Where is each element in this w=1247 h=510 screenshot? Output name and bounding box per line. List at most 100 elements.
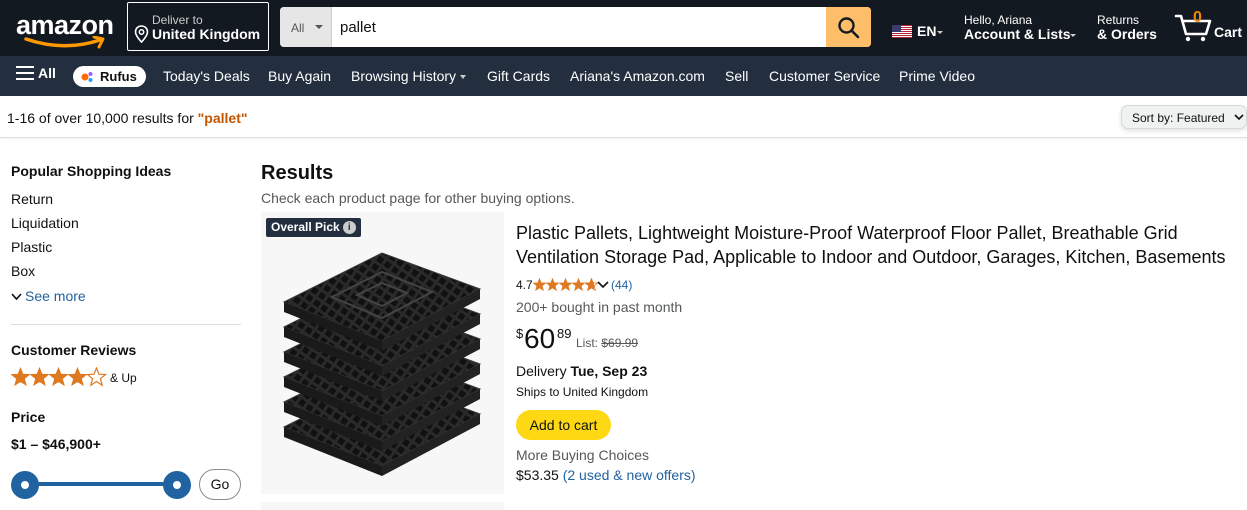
language-code: EN	[917, 23, 937, 39]
product-title-line: Ventilation Storage Pad, Applicable to I…	[516, 247, 1226, 267]
smile-arrow-icon	[24, 36, 105, 49]
sort-value: Featured	[1176, 111, 1225, 125]
chevron-down-icon	[1070, 34, 1076, 37]
sort-text: Sort by: Featured	[1132, 111, 1225, 125]
other-offers: $53.35 (2 used & new offers)	[516, 467, 696, 483]
idea-link[interactable]: Liquidation	[11, 215, 79, 231]
ideas-heading: Popular Shopping Ideas	[11, 163, 172, 179]
search-category-dropdown[interactable]: All	[280, 7, 332, 47]
search-button[interactable]	[826, 7, 871, 47]
results-keyword: "pallet"	[197, 110, 248, 126]
delivery-label: Delivery	[516, 363, 567, 379]
chevron-down-icon	[315, 25, 323, 29]
nav-prime-video[interactable]: Prime Video	[899, 68, 975, 84]
list-price: List: $69.99	[576, 336, 638, 350]
search-input[interactable]	[332, 7, 826, 47]
search-icon	[838, 17, 860, 39]
product-title[interactable]: Plastic Pallets, Lightweight Moisture-Pr…	[516, 221, 1246, 269]
cart-label: Cart	[1214, 24, 1243, 40]
rating-value: 4.7	[516, 278, 533, 292]
all-menu-button[interactable]: All	[16, 65, 56, 81]
account-greeting: Hello, Ariana	[964, 13, 1033, 27]
idea-link[interactable]: Plastic	[11, 239, 52, 255]
language-selector[interactable]: EN	[892, 22, 952, 42]
deliver-to-button[interactable]: Deliver to United Kingdom	[127, 2, 269, 51]
nav-sell[interactable]: Sell	[725, 68, 748, 84]
results-count-text: 1-16 of over 10,000 results for	[7, 110, 198, 126]
results-subheading: Check each product page for other buying…	[261, 190, 575, 206]
price-heading: Price	[11, 409, 46, 425]
info-icon[interactable]: i	[342, 221, 356, 234]
delivery-info: Delivery Tue, Sep 23	[516, 363, 647, 379]
nav-todays-deals[interactable]: Today's Deals	[163, 68, 250, 84]
orders-label: & Orders	[1097, 26, 1157, 42]
next-product-image[interactable]	[261, 502, 504, 510]
price-min-handle[interactable]	[11, 471, 39, 499]
list-price-label: List:	[576, 336, 599, 350]
cart-count: 0	[1193, 9, 1202, 26]
list-price-value: $69.99	[601, 336, 639, 350]
add-to-cart-button[interactable]: Add to cart	[516, 410, 611, 440]
search-bar: All	[280, 7, 871, 47]
four-stars-up-filter[interactable]: & Up	[10, 367, 137, 390]
reviews-suffix: & Up	[110, 371, 137, 385]
price-go-button[interactable]: Go	[199, 469, 241, 500]
chevron-down-icon	[937, 31, 943, 34]
nav-browsing-history[interactable]: Browsing History	[351, 68, 467, 84]
price-slider[interactable]	[11, 471, 191, 499]
results-count: 1-16 of over 10,000 results for "pallet"	[7, 110, 248, 126]
price-symbol: $	[516, 326, 524, 341]
cart-button[interactable]: 0 Cart	[1174, 8, 1246, 48]
rufus-icon	[81, 72, 93, 82]
divider	[11, 324, 241, 325]
rating-count-link[interactable]: (44)	[611, 278, 632, 292]
reviews-heading: Customer Reviews	[11, 342, 137, 358]
secondary-nav: All Rufus Today's Deals Buy Again Browsi…	[0, 56, 1247, 96]
deliver-location: United Kingdom	[152, 26, 261, 42]
star-rating-icon	[10, 367, 107, 386]
idea-link[interactable]: Return	[11, 191, 53, 207]
product-title-line: Plastic Pallets, Lightweight Moisture-Pr…	[516, 223, 1178, 243]
account-lists-menu[interactable]: Hello, Ariana Account & Lists	[964, 12, 1084, 48]
all-menu-label: All	[38, 65, 56, 81]
bought-count: 200+ bought in past month	[516, 299, 683, 315]
rufus-button[interactable]: Rufus	[73, 66, 146, 87]
delivery-date: Tue, Sep 23	[570, 363, 648, 379]
account-label: Account & Lists	[964, 26, 1071, 42]
deliver-label: Deliver to	[152, 13, 203, 27]
sort-dropdown[interactable]: Sort by: Featured	[1121, 105, 1247, 129]
price-fraction: 89	[557, 326, 572, 341]
see-more-label: See more	[25, 288, 86, 304]
price-slider-track[interactable]	[25, 482, 177, 486]
rufus-label: Rufus	[100, 69, 137, 84]
price-range-value: $1 – $46,900+	[11, 436, 101, 452]
price-max-handle[interactable]	[163, 471, 191, 499]
offers-link[interactable]: (2 used & new offers)	[563, 467, 696, 483]
ships-to: Ships to United Kingdom	[516, 385, 649, 399]
chevron-down-icon	[460, 75, 467, 80]
chevron-down-icon[interactable]	[597, 281, 609, 289]
product-card: Overall Pick i Plastic Pallets, Lightwei…	[261, 212, 1247, 494]
nav-customer-service[interactable]: Customer Service	[769, 68, 880, 84]
badge-label: Overall Pick	[271, 220, 340, 234]
more-buying-choices: More Buying Choices	[516, 447, 650, 463]
nav-user-amazon[interactable]: Ariana's Amazon.com	[570, 68, 705, 84]
results-heading: Results	[261, 162, 334, 184]
location-pin-icon	[134, 25, 149, 43]
see-more-link[interactable]: See more	[11, 288, 86, 304]
returns-orders-link[interactable]: Returns & Orders	[1097, 12, 1167, 48]
us-flag-icon	[892, 25, 912, 38]
amazon-logo[interactable]: amazon	[12, 6, 120, 50]
sort-label: Sort by:	[1132, 111, 1174, 125]
hamburger-icon	[16, 66, 34, 81]
nav-gift-cards[interactable]: Gift Cards	[487, 68, 550, 84]
next-product-card	[261, 502, 1247, 510]
nav-browsing-history-label: Browsing History	[351, 68, 457, 84]
star-rating-icon[interactable]	[533, 278, 599, 292]
overall-pick-badge: Overall Pick i	[266, 218, 361, 237]
top-nav: amazon Deliver to United Kingdom All pal…	[0, 0, 1247, 56]
price-whole: 60	[524, 323, 556, 354]
nav-buy-again[interactable]: Buy Again	[268, 68, 331, 84]
product-image-area[interactable]: Overall Pick i	[261, 212, 504, 494]
idea-link[interactable]: Box	[11, 263, 35, 279]
